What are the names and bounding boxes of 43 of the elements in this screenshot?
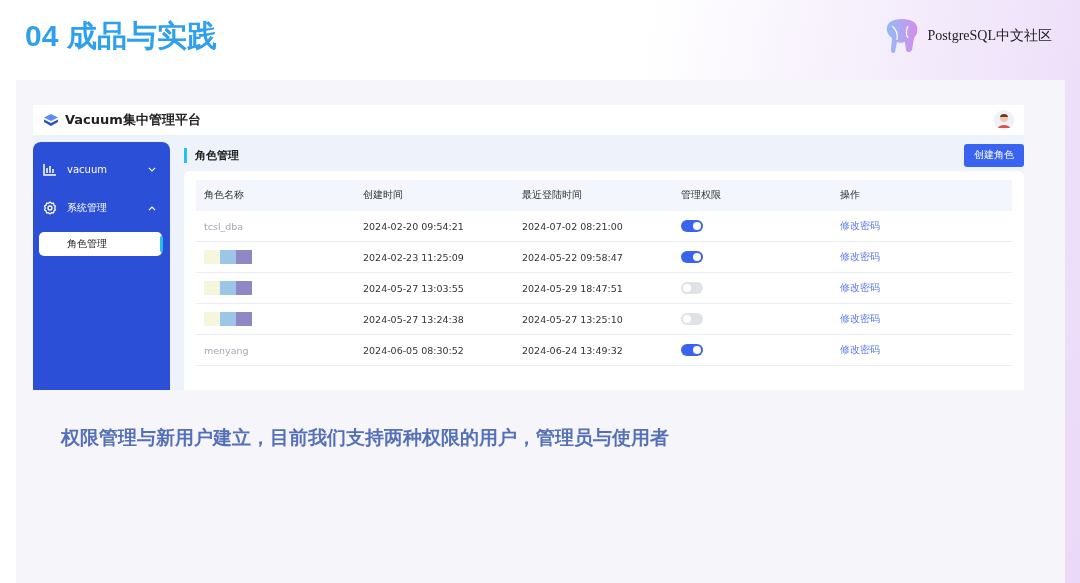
column-header: 创建时间	[355, 180, 514, 211]
column-header: 角色名称	[196, 180, 355, 211]
toggle-switch[interactable]	[681, 344, 703, 357]
toggle-switch[interactable]	[681, 251, 703, 264]
slide-title: 04 成品与实践	[25, 17, 217, 54]
table-cell: 2024-07-02 08:21:00	[522, 220, 623, 232]
table-cell: tcsl_dba	[204, 220, 244, 232]
mosaic-blur	[204, 281, 252, 295]
brand-name: PostgreSQL中文社区	[927, 27, 1052, 45]
table-cell: 2024-02-23 11:25:09	[363, 251, 464, 263]
table-cell: 2024-05-27 13:24:38	[363, 313, 464, 325]
app-title: Vacuum集中管理平台	[65, 111, 201, 129]
toggle-switch[interactable]	[681, 220, 703, 233]
change-password-link[interactable]: 修改密码	[840, 219, 880, 231]
toggle-switch[interactable]	[681, 282, 703, 295]
table-cell: 2024-05-29 18:47:51	[522, 282, 623, 294]
change-password-link[interactable]: 修改密码	[840, 312, 880, 324]
change-password-link[interactable]: 修改密码	[840, 250, 880, 262]
chart-icon	[43, 162, 57, 176]
sidebar-item[interactable]: 系统管理	[33, 193, 170, 223]
page-title: 角色管理	[184, 147, 239, 163]
column-header: 最近登陆时间	[514, 180, 673, 211]
mosaic-blur	[204, 250, 252, 264]
table-cell: 2024-02-20 09:54:21	[363, 220, 464, 232]
table-cell: menyang	[204, 344, 249, 356]
gear-icon	[43, 201, 57, 215]
table-cell: 2024-06-24 13:49:32	[522, 344, 623, 356]
create-button[interactable]: 创建角色	[964, 143, 1024, 167]
table-cell: 2024-05-22 09:58:47	[522, 251, 623, 263]
table-cell: 2024-05-27 13:25:10	[522, 313, 623, 325]
change-password-link[interactable]: 修改密码	[840, 343, 880, 355]
avatar-icon[interactable]	[994, 110, 1014, 130]
table-cell: 2024-06-05 08:30:52	[363, 344, 464, 356]
table-cell: 2024-05-27 13:03:55	[363, 282, 464, 294]
caption: 权限管理与新用户建立，目前我们支持两种权限的用户，管理员与使用者	[61, 425, 670, 450]
sidebar-item[interactable]: vacuum	[33, 154, 170, 184]
submenu-item[interactable]: 角色管理	[39, 232, 162, 256]
toggle-switch[interactable]	[681, 313, 703, 326]
column-header: 操作	[832, 180, 1012, 211]
mosaic-blur	[204, 312, 252, 326]
column-header: 管理权限	[673, 180, 832, 211]
change-password-link[interactable]: 修改密码	[840, 281, 880, 293]
cube-logo-icon	[43, 113, 59, 127]
